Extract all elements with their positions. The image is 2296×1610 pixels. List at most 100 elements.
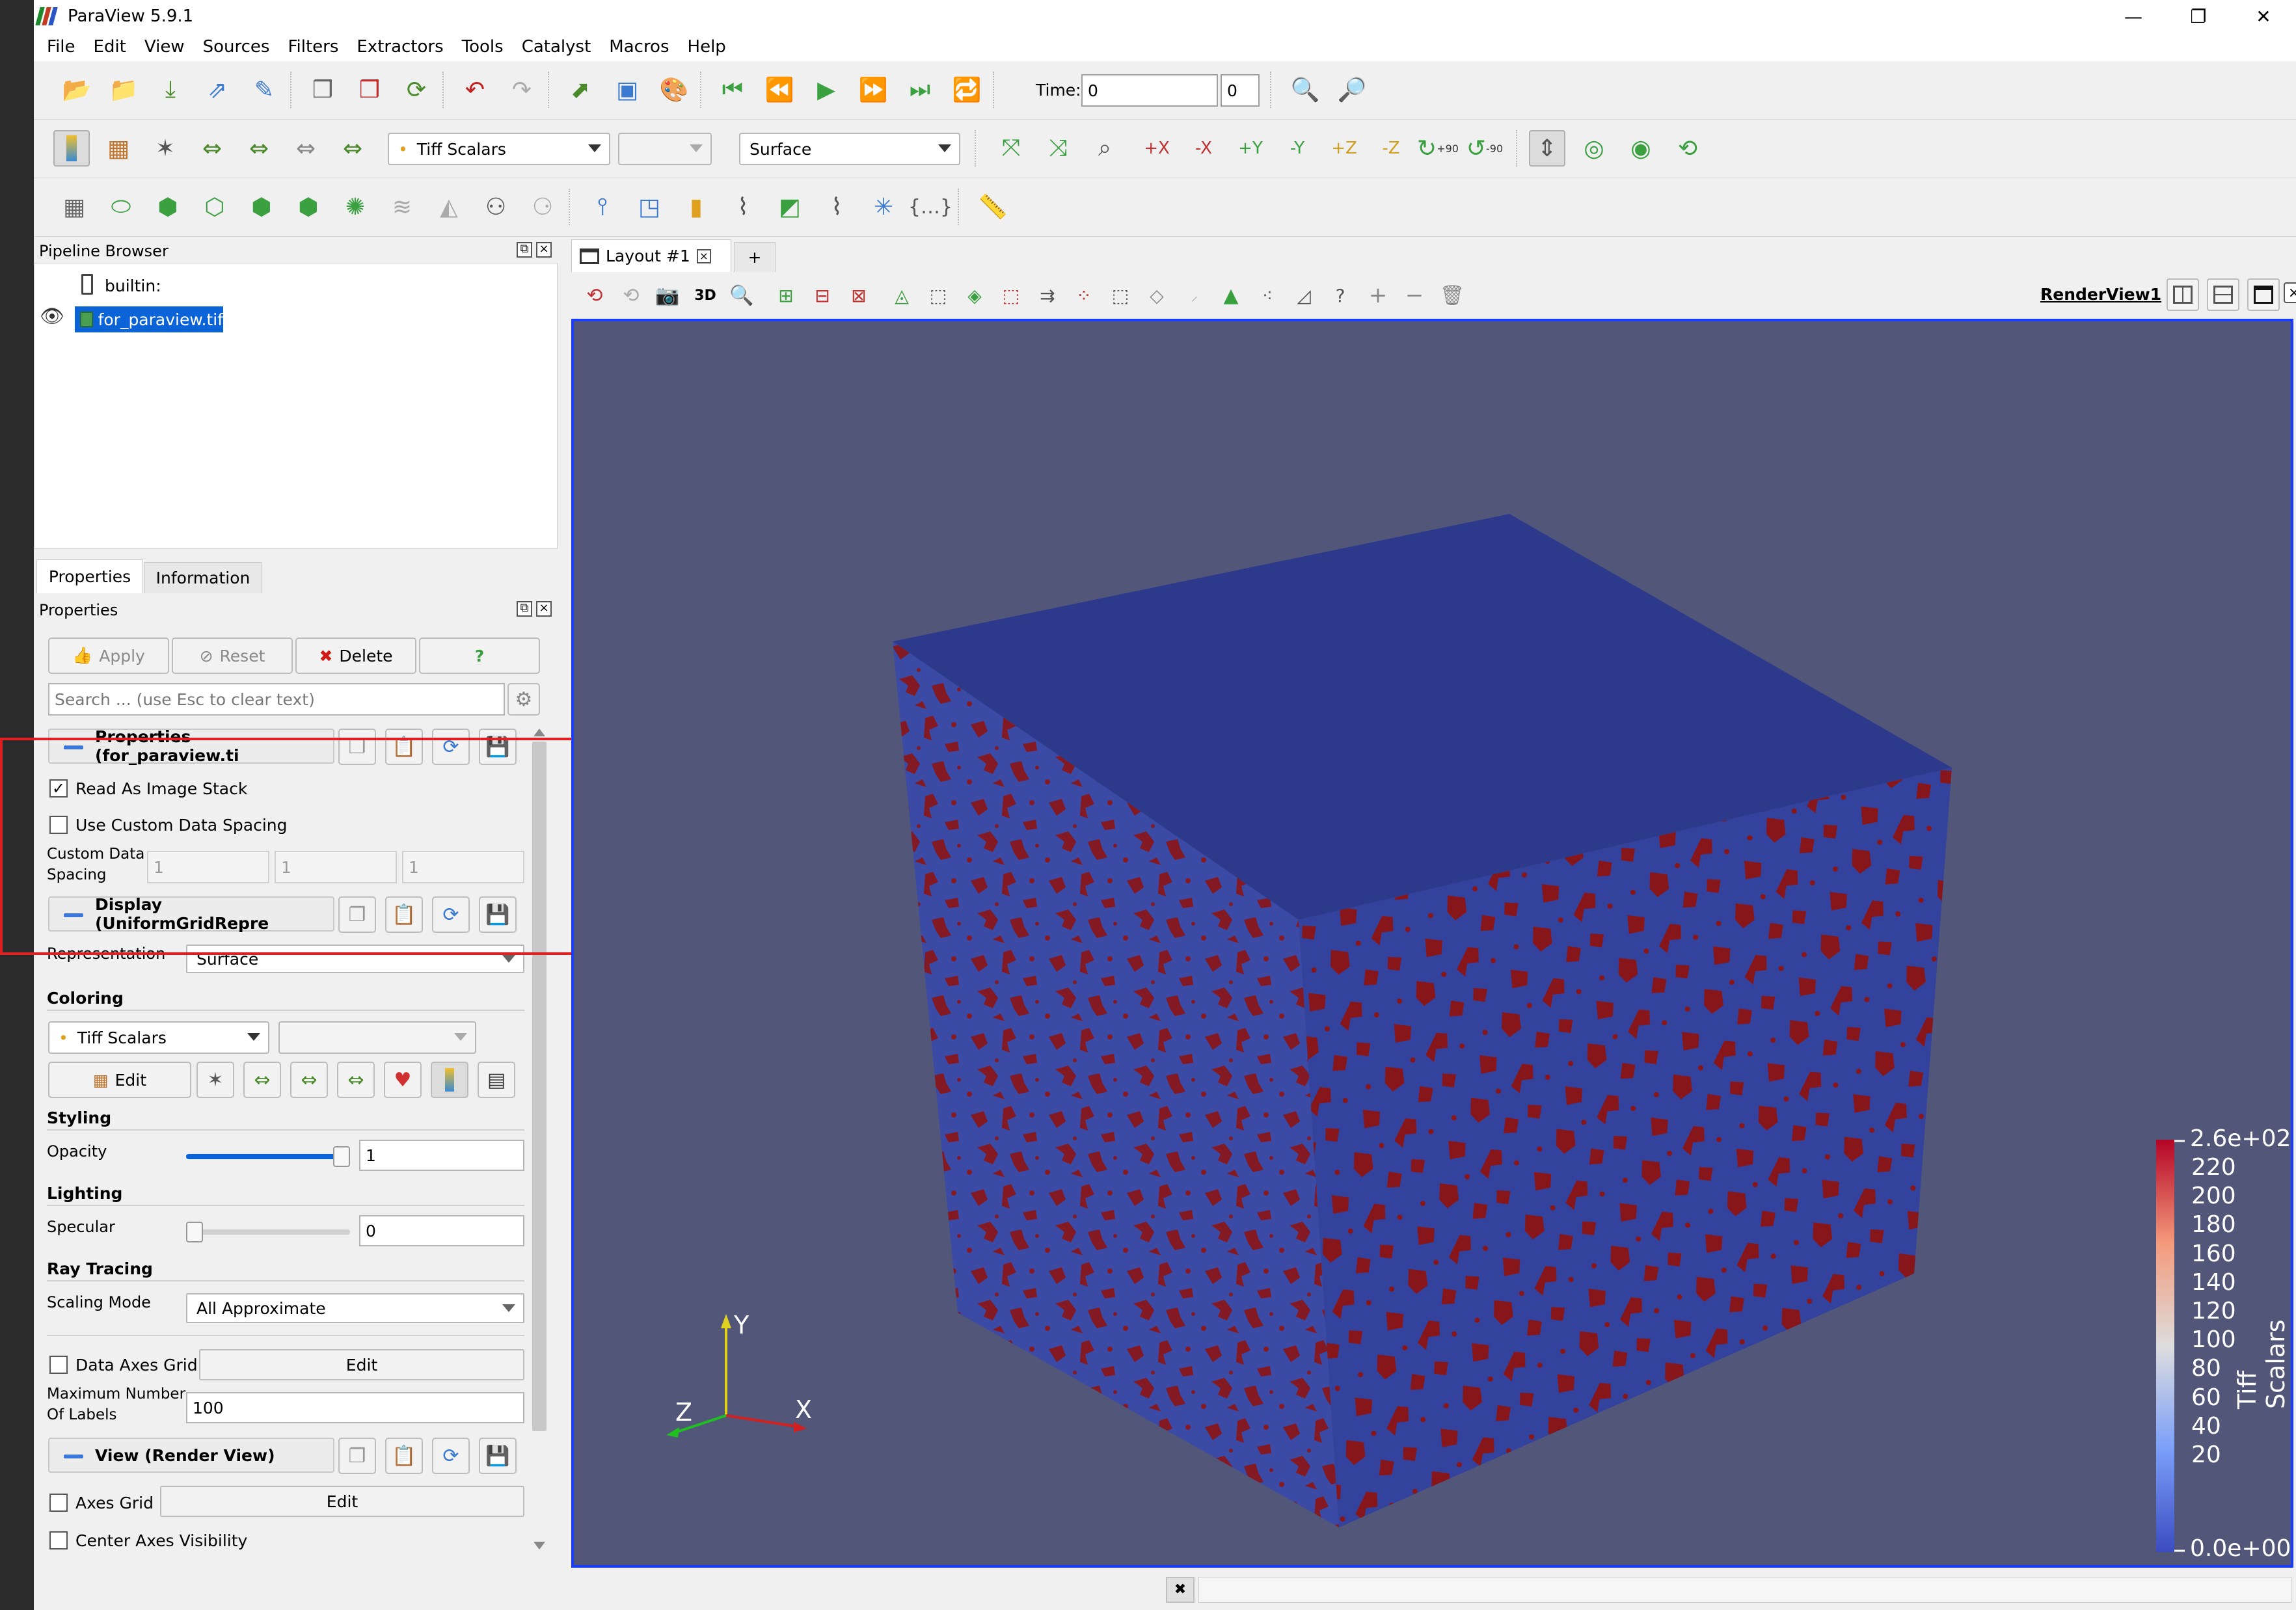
center-axes-checkbox[interactable]: [49, 1531, 68, 1550]
tab-properties[interactable]: Properties: [36, 559, 143, 593]
view-minus-z-icon[interactable]: -Z: [1373, 130, 1409, 167]
pick-center-icon[interactable]: ⟲: [1669, 130, 1706, 167]
component-select[interactable]: [618, 133, 712, 165]
close-view-icon[interactable]: ×: [2284, 282, 2296, 303]
select-points-icon[interactable]: ⁖: [1249, 277, 1286, 314]
load-state-icon[interactable]: ❒: [351, 72, 388, 108]
max-labels-field[interactable]: 100: [186, 1392, 524, 1423]
glyph-icon[interactable]: ✺: [337, 189, 373, 225]
hover-points-icon[interactable]: ⁘: [1066, 277, 1102, 314]
delete-button[interactable]: ✖ Delete: [295, 637, 416, 674]
palette-icon[interactable]: 🎨: [656, 72, 692, 108]
select-polygon-icon[interactable]: ⬚: [993, 277, 1029, 314]
data-axes-grid-checkbox[interactable]: [49, 1356, 68, 1374]
contour-icon[interactable]: ⬭: [103, 189, 139, 225]
query-icon[interactable]: ?: [1322, 277, 1358, 314]
edit-coloring-button[interactable]: ▦ Edit: [48, 1062, 191, 1098]
plot-selection-icon[interactable]: ⌇: [725, 189, 761, 225]
scaling-mode-dropdown[interactable]: All Approximate: [186, 1293, 524, 1323]
warp-icon[interactable]: ◭: [431, 189, 467, 225]
tab-information[interactable]: Information: [144, 562, 262, 593]
paste-view-icon[interactable]: 📋: [385, 1438, 423, 1474]
search-input[interactable]: Search ... (use Esc to clear text): [48, 683, 505, 716]
rotate-plus-90-icon[interactable]: ↻ +90: [1417, 130, 1459, 167]
select-points-through-icon[interactable]: ⬚: [920, 277, 956, 314]
menu-help[interactable]: Help: [688, 37, 726, 57]
zoom-closest-icon[interactable]: ⌕: [1087, 130, 1123, 167]
split-horizontal-icon[interactable]: [2167, 278, 2199, 311]
close-properties-icon[interactable]: ×: [536, 601, 552, 617]
calculator-icon[interactable]: ▦: [56, 189, 92, 225]
menu-tools[interactable]: Tools: [462, 37, 504, 57]
axes-grid-checkbox[interactable]: [49, 1494, 68, 1512]
select-frustum-icon[interactable]: ⊠: [841, 277, 877, 314]
render-view-label[interactable]: RenderView1: [2040, 285, 2161, 304]
axes-grid-edit-button[interactable]: Edit: [160, 1486, 524, 1517]
stream-tracer-icon[interactable]: ≋: [384, 189, 420, 225]
restore-view-defaults-icon[interactable]: ⟳: [432, 1438, 470, 1474]
add-layout-tab[interactable]: +: [734, 242, 776, 272]
clear-selection-icon[interactable]: 🗑: [1434, 277, 1470, 314]
reset-center-icon[interactable]: ◉: [1623, 130, 1659, 167]
advanced-gear-icon[interactable]: ⚙: [507, 683, 540, 716]
menu-view[interactable]: View: [144, 37, 185, 57]
rescale-custom-button-icon[interactable]: ⇔: [290, 1062, 328, 1098]
view-minus-y-icon[interactable]: -Y: [1279, 130, 1316, 167]
time-input[interactable]: 0: [1081, 74, 1218, 107]
first-frame-icon[interactable]: ⏮: [714, 72, 751, 108]
eye-icon[interactable]: 👁: [40, 305, 64, 328]
representation-select[interactable]: Surface: [739, 133, 960, 165]
menu-catalyst[interactable]: Catalyst: [522, 37, 591, 57]
open-icon[interactable]: 📂: [59, 72, 95, 108]
restore-button[interactable]: ❐: [2166, 0, 2231, 33]
opacity-slider-handle[interactable]: [333, 1146, 350, 1167]
loop-icon[interactable]: 🔁: [949, 72, 985, 108]
data-axes-grid-edit-button[interactable]: Edit: [199, 1349, 524, 1380]
interactive-select-icon[interactable]: ⇉: [1029, 277, 1066, 314]
favorite-preset-icon[interactable]: ♥: [384, 1062, 422, 1098]
subtract-selection-icon[interactable]: −: [1396, 277, 1433, 314]
rescale-range-button-icon[interactable]: ⇔: [243, 1062, 281, 1098]
group-icon[interactable]: ⚇: [478, 189, 514, 225]
menu-edit[interactable]: Edit: [94, 37, 126, 57]
save-view-defaults-icon[interactable]: 💾: [479, 1438, 517, 1474]
view-minus-x-icon[interactable]: -X: [1185, 130, 1222, 167]
layout-tab[interactable]: Layout #1 ×: [571, 239, 731, 272]
last-frame-icon[interactable]: ⏭: [902, 72, 938, 108]
reset-button[interactable]: ⊘ Reset: [172, 637, 293, 674]
help-button[interactable]: ?: [419, 637, 540, 674]
toggle-3d-button[interactable]: 3D: [687, 277, 723, 314]
python-calculator-icon[interactable]: ◩: [772, 189, 808, 225]
ruler-icon[interactable]: 📏: [975, 189, 1011, 225]
probe-icon[interactable]: ⫯: [584, 189, 621, 225]
zoom-to-data-icon[interactable]: 🔍: [1287, 72, 1323, 108]
zoom-to-box-icon[interactable]: 🔎: [1334, 72, 1370, 108]
open-recent-icon[interactable]: 📁: [105, 72, 142, 108]
specular-slider-handle[interactable]: [186, 1222, 203, 1242]
menu-macros[interactable]: Macros: [609, 37, 669, 57]
previous-frame-icon[interactable]: ⏪: [761, 72, 798, 108]
hover-cells-icon[interactable]: ⬚: [1102, 277, 1139, 314]
grow-selection-icon[interactable]: ◇: [1139, 277, 1175, 314]
play-icon[interactable]: ▶: [808, 72, 844, 108]
plot-data-icon[interactable]: ⌇: [818, 189, 855, 225]
view-zoom-icon[interactable]: 🔍: [723, 277, 760, 314]
python-script-icon[interactable]: {…}: [908, 189, 952, 225]
save-state-icon[interactable]: ❒: [304, 72, 341, 108]
find-data-view-icon[interactable]: ◿: [1286, 277, 1322, 314]
select-block-icon[interactable]: ◈: [956, 277, 993, 314]
next-frame-icon[interactable]: ⏩: [855, 72, 891, 108]
extract-level-icon[interactable]: ⚆: [524, 189, 561, 225]
undo-icon[interactable]: ↶: [457, 72, 493, 108]
opacity-slider[interactable]: [186, 1146, 350, 1167]
edit-colormap-icon[interactable]: ▦: [100, 130, 137, 167]
undock-icon[interactable]: ⧉: [517, 242, 532, 258]
color-array-select[interactable]: • Tiff Scalars: [388, 133, 610, 165]
select-points-on-icon[interactable]: ⊟: [804, 277, 841, 314]
close-panel-icon[interactable]: ×: [536, 242, 552, 258]
reset-session-icon[interactable]: ⟳: [398, 72, 435, 108]
reset-camera-closest-icon[interactable]: ⤨: [1040, 130, 1076, 167]
section-view[interactable]: View (Render View): [48, 1438, 334, 1473]
time-index-spinbox[interactable]: 0: [1221, 74, 1260, 107]
menu-file[interactable]: File: [47, 37, 75, 57]
